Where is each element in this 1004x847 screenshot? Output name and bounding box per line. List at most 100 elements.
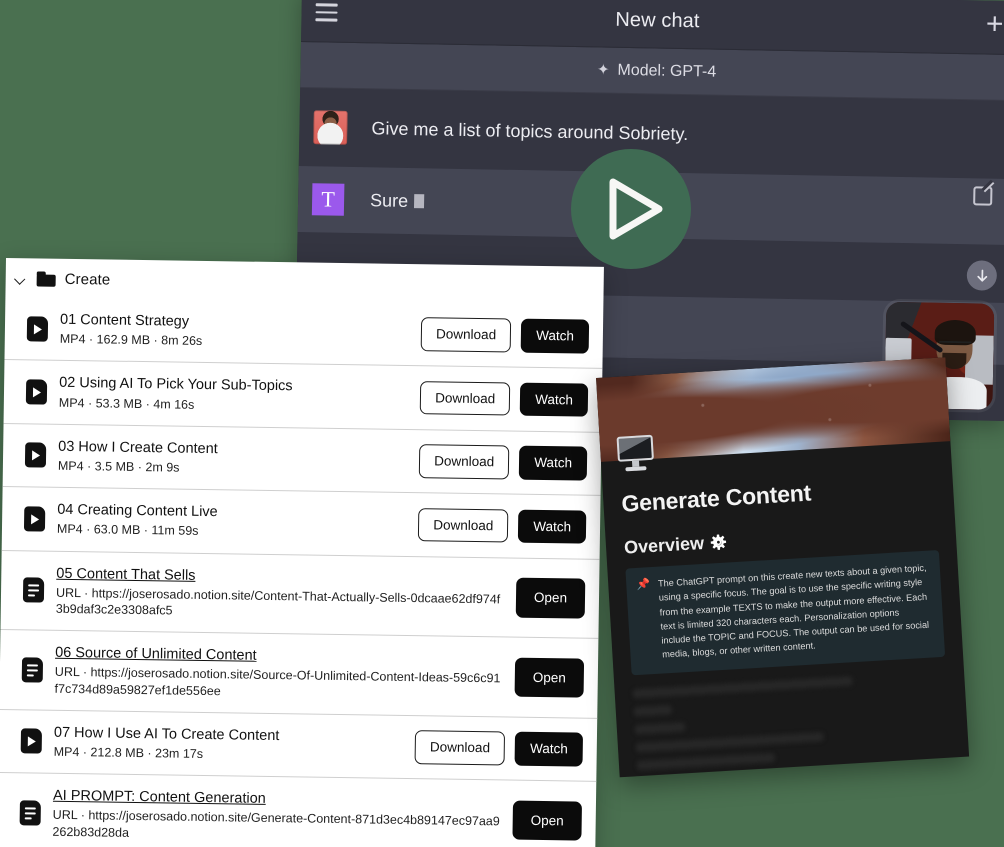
doc-file-icon xyxy=(23,578,44,603)
callout-block: 📌 The ChatGPT prompt on this create new … xyxy=(625,550,945,675)
file-subtitle: URL · https://joserosado.notion.site/Sou… xyxy=(55,664,503,703)
watch-button[interactable]: Watch xyxy=(520,382,588,417)
blurred-line xyxy=(637,753,775,770)
folder-label: Create xyxy=(65,271,111,289)
file-row: 03 How I Create ContentMP4 · 3.5 MB · 2m… xyxy=(3,423,602,495)
file-subtitle: MP4 · 212.8 MB · 23m 17s xyxy=(54,744,403,765)
file-meta: AI PROMPT: Content GenerationURL · https… xyxy=(52,787,501,846)
doc-file-icon xyxy=(22,657,43,682)
file-actions: Download Watch xyxy=(415,730,583,766)
model-label: Model: GPT-4 xyxy=(617,61,716,81)
file-actions: Open xyxy=(512,800,582,841)
download-button[interactable]: Download xyxy=(419,444,510,479)
video-file-icon xyxy=(24,506,45,531)
callout-text: The ChatGPT prompt on this create new te… xyxy=(658,561,933,662)
folder-icon xyxy=(37,271,56,286)
file-meta: 07 How I Use AI To Create ContentMP4 · 2… xyxy=(54,724,404,766)
file-actions: Download Watch xyxy=(420,381,588,417)
download-button[interactable]: Download xyxy=(420,381,511,416)
assistant-message-label: Sure xyxy=(370,190,408,212)
file-row: AI PROMPT: Content GenerationURL · https… xyxy=(0,772,596,847)
doc-line xyxy=(25,812,36,814)
file-subtitle: MP4 · 53.3 MB · 4m 16s xyxy=(59,394,408,415)
file-meta: 02 Using AI To Pick Your Sub-TopicsMP4 ·… xyxy=(59,374,409,416)
doc-line xyxy=(27,674,34,676)
file-title: 07 How I Use AI To Create Content xyxy=(54,724,403,747)
blurred-line xyxy=(635,722,686,734)
user-message-text: Give me a list of topics around Sobriety… xyxy=(371,118,688,145)
watch-button[interactable]: Watch xyxy=(518,509,586,544)
play-triangle-icon xyxy=(32,451,40,461)
play-button[interactable] xyxy=(571,149,691,269)
avatar xyxy=(313,110,348,145)
file-row: 02 Using AI To Pick Your Sub-TopicsMP4 ·… xyxy=(4,359,603,431)
chevron-down-icon[interactable] xyxy=(14,272,28,286)
section-heading-label: Overview xyxy=(624,533,705,559)
file-subtitle: URL · https://joserosado.notion.site/Gen… xyxy=(52,807,500,846)
chat-title: New chat xyxy=(615,9,700,34)
edit-square-icon[interactable] xyxy=(973,186,992,205)
blurred-line xyxy=(634,705,672,716)
file-actions: Download Watch xyxy=(419,444,587,480)
video-file-icon xyxy=(27,316,48,341)
play-triangle-icon xyxy=(33,387,41,397)
file-row: 05 Content That SellsURL · https://joser… xyxy=(0,549,599,637)
watch-button[interactable]: Watch xyxy=(515,732,583,767)
pin-icon: 📌 xyxy=(636,577,655,663)
doc-line xyxy=(25,817,32,819)
obscured-content xyxy=(615,669,969,771)
file-row: 04 Creating Content LiveMP4 · 63.0 MB · … xyxy=(2,486,601,558)
hamburger-icon[interactable] xyxy=(315,3,337,21)
hamburger-bar xyxy=(315,19,337,22)
video-file-icon xyxy=(25,443,46,468)
file-rows-container: 01 Content StrategyMP4 · 162.9 MB · 8m 2… xyxy=(0,297,603,847)
desktop-computer-icon xyxy=(616,435,658,473)
blurred-line xyxy=(633,676,853,698)
assistant-avatar: T xyxy=(312,183,345,216)
plus-icon[interactable]: + xyxy=(986,11,1004,39)
download-button[interactable]: Download xyxy=(415,730,506,765)
doc-file-icon xyxy=(20,800,41,825)
file-title: 04 Creating Content Live xyxy=(57,501,406,524)
file-actions: Download Watch xyxy=(421,318,589,354)
file-subtitle: URL · https://joserosado.notion.site/Con… xyxy=(56,584,504,623)
play-triangle-icon xyxy=(28,737,36,747)
blurred-line xyxy=(636,732,825,752)
hamburger-bar xyxy=(316,11,338,14)
assistant-message-text: Sure xyxy=(370,190,424,212)
file-row: 06 Source of Unlimited ContentURL · http… xyxy=(0,629,598,717)
doc-line xyxy=(25,807,36,809)
file-actions: Download Watch xyxy=(418,508,586,544)
page-title: Generate Content xyxy=(621,472,936,518)
notion-body: Generate Content Overview ⚙️ 📌 The ChatG… xyxy=(601,441,963,676)
file-actions: Open xyxy=(516,578,586,619)
gear-icon: ⚙️ xyxy=(710,534,728,552)
open-button[interactable]: Open xyxy=(512,800,582,841)
play-triangle-icon xyxy=(31,514,39,524)
file-subtitle: MP4 · 63.0 MB · 11m 59s xyxy=(57,521,406,542)
open-button[interactable]: Open xyxy=(515,657,585,698)
file-row: 01 Content StrategyMP4 · 162.9 MB · 8m 2… xyxy=(4,297,603,368)
file-actions: Open xyxy=(515,657,585,698)
play-triangle-icon xyxy=(34,324,42,334)
download-button[interactable]: Download xyxy=(421,318,512,353)
file-meta: 01 Content StrategyMP4 · 162.9 MB · 8m 2… xyxy=(60,311,410,353)
file-meta: 04 Creating Content LiveMP4 · 63.0 MB · … xyxy=(57,501,407,543)
notion-page: Generate Content Overview ⚙️ 📌 The ChatG… xyxy=(596,357,969,777)
download-button[interactable]: Download xyxy=(418,508,509,543)
watch-button[interactable]: Watch xyxy=(519,446,587,481)
file-meta: 03 How I Create ContentMP4 · 3.5 MB · 2m… xyxy=(58,438,408,480)
file-subtitle: MP4 · 3.5 MB · 2m 9s xyxy=(58,458,407,479)
monitor-screen xyxy=(617,435,654,462)
open-button[interactable]: Open xyxy=(516,578,586,619)
file-title: 02 Using AI To Pick Your Sub-Topics xyxy=(59,374,408,397)
video-file-icon xyxy=(21,729,42,754)
file-subtitle: MP4 · 162.9 MB · 8m 26s xyxy=(60,331,409,352)
watch-button[interactable]: Watch xyxy=(521,319,589,354)
file-row: 07 How I Use AI To Create ContentMP4 · 2… xyxy=(0,709,597,781)
sparkles-icon: ✦ xyxy=(597,62,610,77)
webcam-glasses xyxy=(938,341,972,350)
file-list-panel: Create 01 Content StrategyMP4 · 162.9 MB… xyxy=(0,258,604,847)
doc-line xyxy=(27,669,38,671)
file-meta: 06 Source of Unlimited ContentURL · http… xyxy=(55,644,504,703)
